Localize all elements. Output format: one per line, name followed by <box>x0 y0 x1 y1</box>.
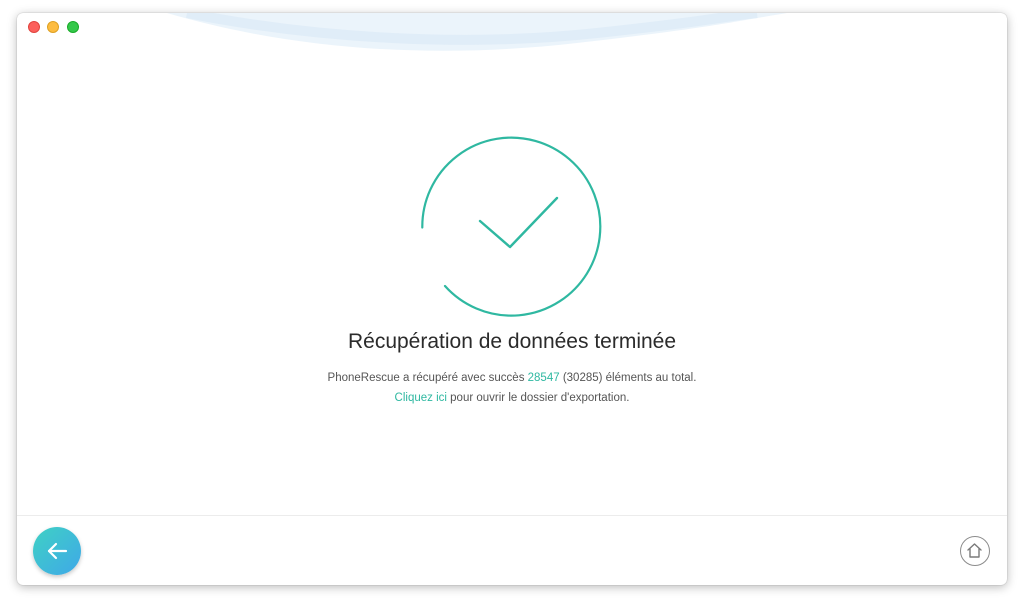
recovery-summary: PhoneRescue a récupéré avec succès 28547… <box>17 372 1007 384</box>
recovered-count: 28547 <box>527 372 560 384</box>
app-window: Récupération de données terminée PhoneRe… <box>17 13 1007 585</box>
page-title: Récupération de données terminée <box>347 330 677 353</box>
home-button[interactable] <box>960 536 990 566</box>
summary-text-before: PhoneRescue a récupéré avec succès <box>327 372 528 384</box>
maximize-window-button[interactable] <box>67 21 79 33</box>
export-folder-hint: Cliquez ici pour ouvrir le dossier d'exp… <box>17 392 1007 404</box>
success-check-icon <box>421 136 602 317</box>
back-button[interactable] <box>33 527 81 575</box>
open-export-folder-link[interactable]: Cliquez ici <box>395 392 447 404</box>
export-hint-text: pour ouvrir le dossier d'exportation. <box>446 392 630 404</box>
title-bar <box>17 13 1007 53</box>
arrow-left-icon <box>47 542 68 560</box>
home-icon <box>967 543 982 558</box>
close-window-button[interactable] <box>28 21 40 33</box>
footer-bar <box>17 515 1007 585</box>
header-wave-decoration <box>167 13 787 51</box>
minimize-window-button[interactable] <box>47 21 59 33</box>
summary-text-after: (30285) éléments au total. <box>559 372 697 384</box>
